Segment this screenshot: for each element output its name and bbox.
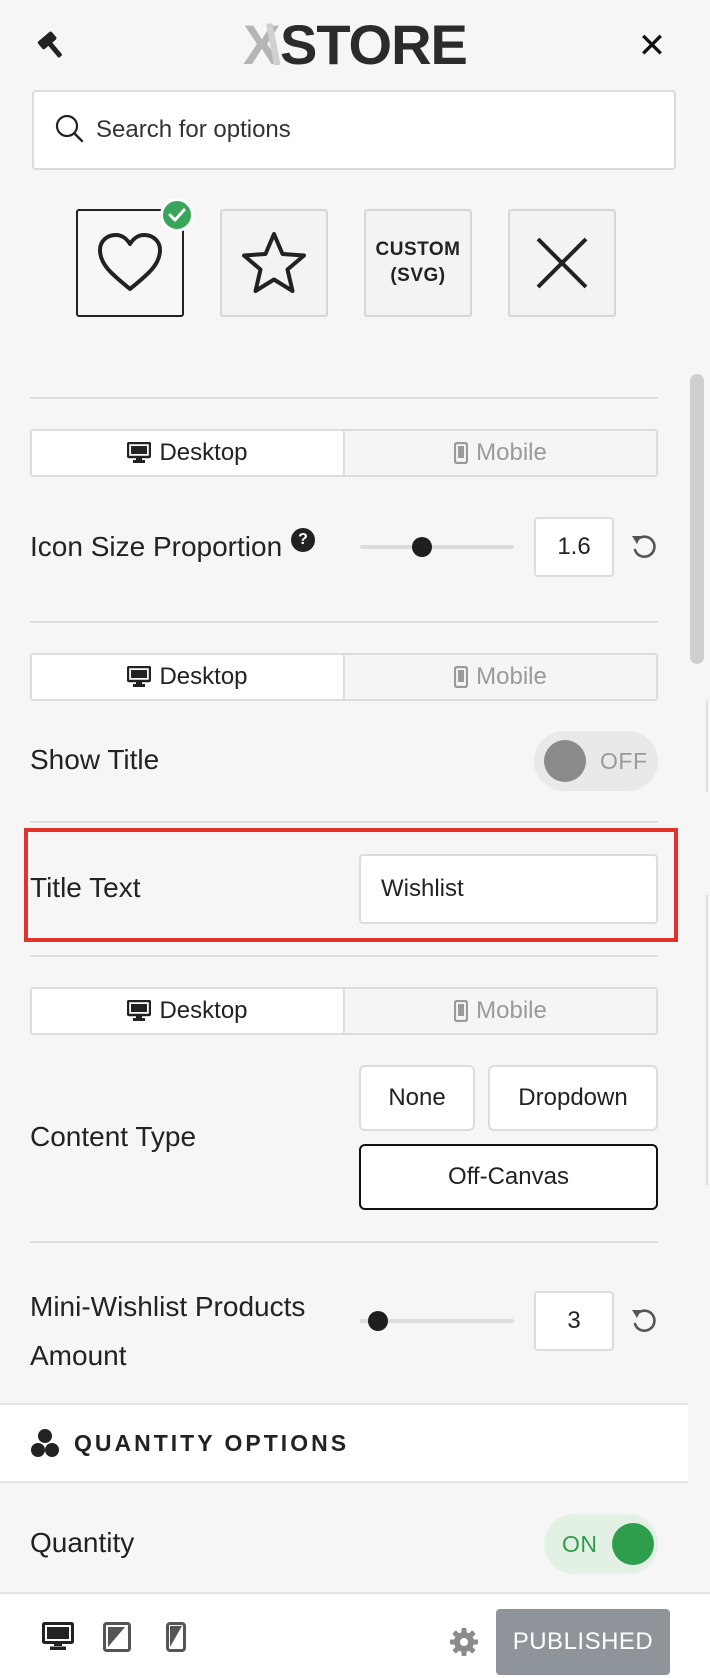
desktop-label: Desktop bbox=[159, 997, 248, 1024]
desktop-label: Desktop bbox=[159, 663, 248, 690]
reset-icon[interactable] bbox=[628, 531, 660, 563]
close-button[interactable]: ✕ bbox=[628, 26, 676, 66]
content-type-none-button[interactable]: None bbox=[359, 1065, 475, 1131]
settings-gear-icon[interactable] bbox=[449, 1627, 479, 1662]
device-desktop-tab[interactable]: Desktop bbox=[32, 431, 343, 475]
icon-choice-none[interactable] bbox=[508, 209, 616, 317]
custom-label-line2: (SVG) bbox=[390, 265, 446, 286]
scrollbar-track[interactable] bbox=[688, 90, 710, 1590]
mini-wishlist-label-line1: Mini-Wishlist Products bbox=[30, 1291, 306, 1322]
toggle-state: OFF bbox=[600, 747, 648, 774]
star-icon bbox=[242, 232, 306, 293]
quantity-options-section-header[interactable]: QUANTITY OPTIONS bbox=[0, 1403, 688, 1483]
divider bbox=[30, 821, 658, 823]
search-box[interactable] bbox=[32, 90, 676, 170]
device-mobile-tab[interactable]: Mobile bbox=[343, 989, 656, 1033]
publish-label: PUBLISHED bbox=[512, 1628, 654, 1655]
quantity-toggle[interactable]: ON bbox=[544, 1514, 658, 1574]
mobile-label: Mobile bbox=[476, 997, 547, 1024]
content-type-off-canvas-button[interactable]: Off-Canvas bbox=[359, 1144, 658, 1210]
mobile-icon bbox=[454, 1000, 469, 1022]
toggle-state: ON bbox=[562, 1530, 598, 1557]
mobile-label: Mobile bbox=[476, 439, 547, 466]
option-label: None bbox=[388, 1084, 446, 1111]
reset-icon[interactable] bbox=[628, 1305, 660, 1337]
published-button[interactable]: PUBLISHED bbox=[496, 1609, 670, 1675]
desktop-icon bbox=[127, 1000, 152, 1021]
none-x-icon bbox=[536, 237, 588, 289]
option-label: Off-Canvas bbox=[448, 1163, 569, 1190]
show-title-toggle[interactable]: OFF bbox=[534, 731, 658, 791]
device-mobile-tab[interactable]: Mobile bbox=[343, 431, 656, 475]
scrollbar-thumb[interactable] bbox=[690, 374, 704, 664]
divider bbox=[30, 1241, 658, 1243]
option-label: Dropdown bbox=[518, 1084, 628, 1111]
title-text-input[interactable] bbox=[359, 854, 658, 924]
quantity-label: Quantity bbox=[30, 1527, 135, 1558]
panel-edge bbox=[706, 895, 708, 1185]
xstore-logo: X \ STORE bbox=[243, 12, 468, 76]
icon-size-value-box[interactable]: 1.6 bbox=[534, 517, 614, 577]
show-title-label: Show Title bbox=[30, 744, 160, 775]
device-desktop-tab[interactable]: Desktop bbox=[32, 989, 343, 1033]
search-input[interactable] bbox=[96, 116, 656, 144]
selected-check-icon bbox=[160, 198, 194, 232]
mobile-label: Mobile bbox=[476, 663, 547, 690]
search-icon bbox=[54, 113, 84, 148]
device-switch-icon-size[interactable]: Desktop Mobile bbox=[30, 429, 658, 477]
mini-wishlist-label: Mini-Wishlist Products Amount bbox=[30, 1282, 305, 1380]
icon-size-slider-thumb[interactable] bbox=[411, 537, 432, 557]
preview-tablet-icon[interactable] bbox=[103, 1622, 131, 1657]
icon-size-label: Icon Size Proportion bbox=[30, 531, 283, 562]
content-type-label: Content Type bbox=[30, 1121, 197, 1152]
icon-size-value: 1.6 bbox=[557, 533, 591, 560]
mini-wishlist-value-box[interactable]: 3 bbox=[534, 1291, 614, 1351]
help-icon[interactable]: ? bbox=[291, 528, 315, 552]
pin-icon[interactable] bbox=[32, 28, 70, 62]
desktop-label: Desktop bbox=[159, 439, 248, 466]
section-title: QUANTITY OPTIONS bbox=[74, 1429, 350, 1456]
divider bbox=[30, 397, 658, 399]
divider bbox=[30, 955, 658, 957]
desktop-icon bbox=[127, 442, 152, 463]
mini-wishlist-label-line2: Amount bbox=[30, 1340, 127, 1371]
mini-wishlist-value: 3 bbox=[567, 1307, 581, 1334]
mobile-icon bbox=[454, 442, 469, 464]
heart-icon bbox=[98, 233, 162, 291]
icon-choice-star[interactable] bbox=[220, 209, 328, 317]
content-type-dropdown-button[interactable]: Dropdown bbox=[488, 1065, 658, 1131]
device-mobile-tab[interactable]: Mobile bbox=[343, 655, 656, 699]
icon-size-slider-track[interactable] bbox=[360, 545, 514, 549]
toggle-knob bbox=[544, 740, 586, 782]
circles-icon bbox=[31, 1429, 59, 1457]
toggle-knob bbox=[611, 1523, 654, 1565]
mobile-icon bbox=[454, 666, 469, 688]
preview-desktop-icon[interactable] bbox=[42, 1622, 74, 1657]
device-switch-content-type[interactable]: Desktop Mobile bbox=[30, 987, 658, 1035]
icon-choice-custom-svg[interactable]: CUSTOM (SVG) bbox=[364, 209, 472, 317]
panel-edge bbox=[706, 700, 708, 792]
device-desktop-tab[interactable]: Desktop bbox=[32, 655, 343, 699]
desktop-icon bbox=[127, 666, 152, 687]
logo-x-shadow: \ bbox=[265, 12, 281, 76]
custom-label-line1: CUSTOM bbox=[375, 239, 461, 260]
mini-wishlist-slider-thumb[interactable] bbox=[368, 1311, 389, 1331]
preview-mobile-icon[interactable] bbox=[166, 1622, 186, 1657]
divider bbox=[30, 621, 658, 623]
title-text-label: Title Text bbox=[30, 872, 141, 903]
device-switch-show-title[interactable]: Desktop Mobile bbox=[30, 653, 658, 701]
